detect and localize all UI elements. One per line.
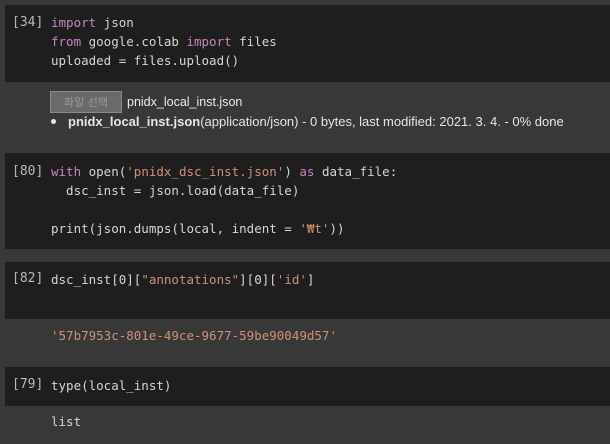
code-editor[interactable]: dsc_inst[0]["annotations"][0]['id'] — [51, 270, 314, 289]
code-text: dsc_inst = json.load(data_file) — [51, 183, 300, 198]
code-text: json — [96, 15, 134, 30]
selected-file-name: pnidx_local_inst.json — [127, 95, 243, 109]
execution-count: [79] — [12, 377, 44, 392]
code-cell-80[interactable]: [80] with open('pnidx_dsc_inst.json') as… — [5, 153, 610, 249]
execution-count: [80] — [12, 164, 44, 179]
code-editor[interactable]: type(local_inst) — [51, 376, 171, 395]
keyword: as — [299, 164, 315, 179]
code-text: ) — [284, 164, 300, 179]
string-literal: 'id' — [276, 272, 307, 287]
code-text: ][0][ — [239, 272, 277, 287]
execution-count: [82] — [12, 271, 44, 286]
code-text: data_file: — [314, 164, 398, 179]
code-editor[interactable]: with open('pnidx_dsc_inst.json') as data… — [51, 162, 397, 238]
upload-status-item: pnidx_local_inst.json (application/json)… — [51, 114, 564, 129]
code-text: print(json.dumps(local, indent = — [51, 221, 300, 236]
code-cell-34[interactable]: [34] import json from google.colab impor… — [5, 5, 610, 82]
code-text: files — [231, 34, 277, 49]
upload-file-name: pnidx_local_inst.json — [68, 114, 201, 129]
choose-file-button[interactable]: 파일 선택 — [50, 91, 122, 113]
code-cell-82[interactable]: [82] dsc_inst[0]["annotations"][0]['id'] — [5, 262, 610, 319]
keyword: from — [51, 34, 82, 49]
cell-output: list — [51, 414, 82, 429]
code-text: uploaded = files.upload() — [51, 53, 240, 68]
code-cell-79[interactable]: [79] type(local_inst) — [5, 367, 610, 406]
bullet-icon — [51, 119, 56, 124]
code-text: dsc_inst[0][ — [51, 272, 142, 287]
file-upload-widget: 파일 선택 pnidx_local_inst.json — [50, 91, 242, 113]
cell-output: '57b7953c-801e-49ce-9677-59be90049d57' — [51, 328, 337, 343]
code-editor[interactable]: import json from google.colab import fil… — [51, 13, 277, 70]
execution-count: [34] — [12, 15, 44, 30]
code-text: )) — [329, 221, 345, 236]
code-text: open( — [81, 164, 127, 179]
code-text: type(local_inst) — [51, 378, 172, 393]
string-literal: 'pnidx_dsc_inst.json' — [126, 164, 285, 179]
upload-file-details: (application/json) - 0 bytes, last modif… — [200, 114, 564, 129]
string-literal: '₩t' — [299, 221, 330, 236]
code-text: ] — [306, 272, 315, 287]
keyword: import — [51, 15, 97, 30]
string-literal: "annotations" — [141, 272, 240, 287]
keyword: with — [51, 164, 82, 179]
code-text: google.colab — [81, 34, 187, 49]
keyword: import — [186, 34, 232, 49]
